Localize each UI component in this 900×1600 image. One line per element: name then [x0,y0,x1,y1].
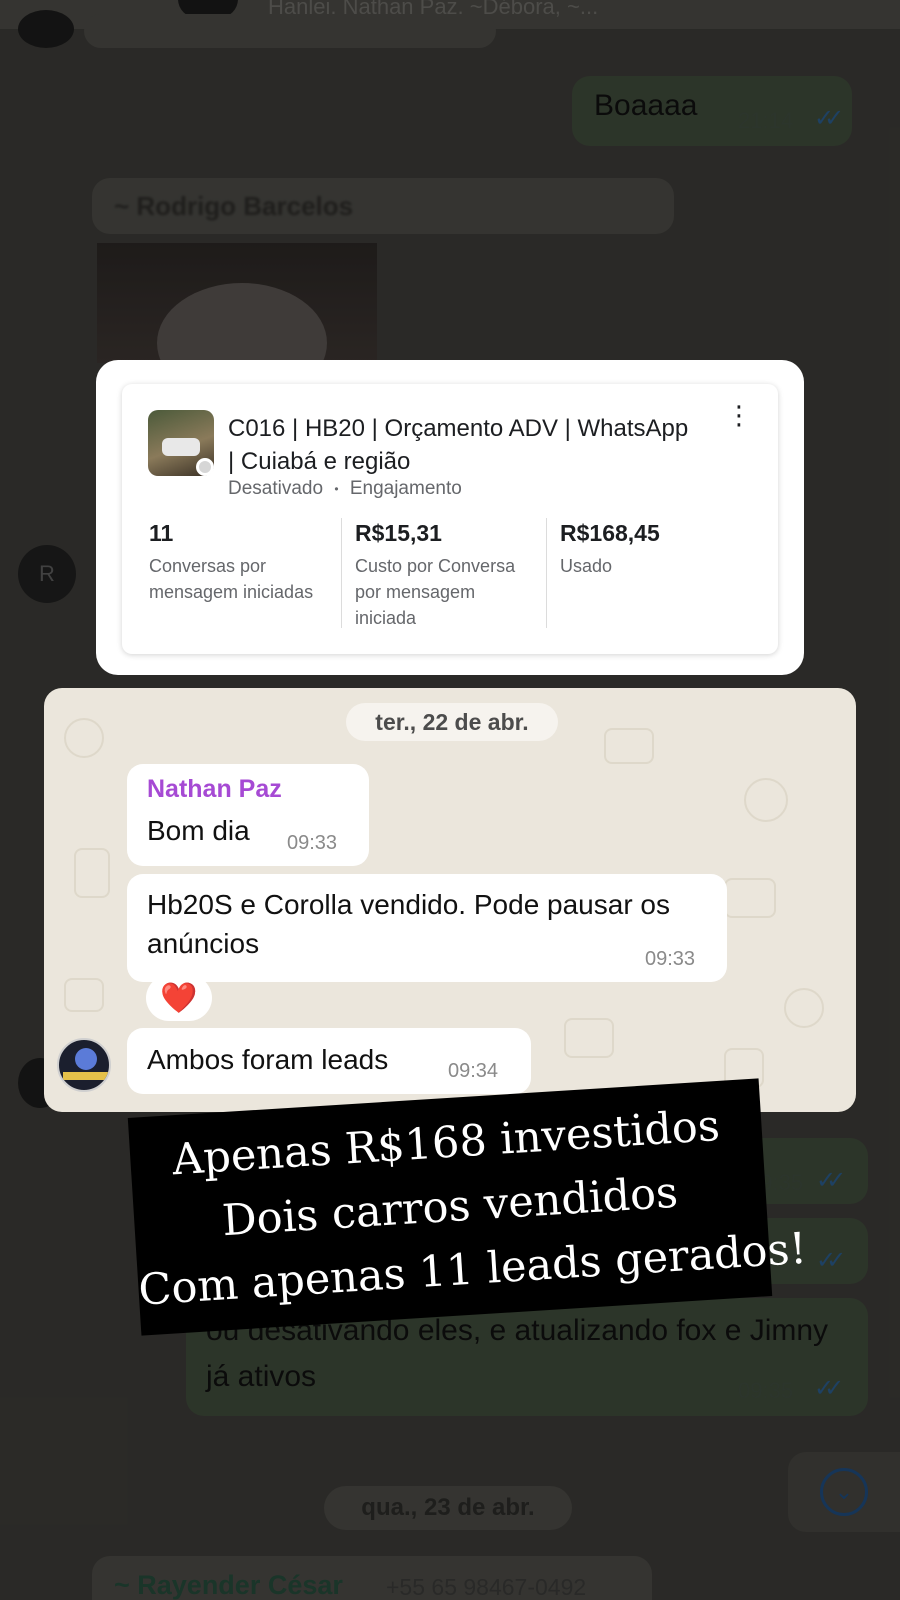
avatar[interactable] [57,1038,111,1092]
divider [546,518,547,628]
divider [341,518,342,628]
metric-value: R$168,45 [560,520,660,546]
ad-objective: Engajamento [349,478,462,499]
metric-results: 11 Conversas por mensagem iniciadas [149,520,339,605]
shared-photo[interactable] [97,243,377,363]
sender-name[interactable]: Nathan Paz [147,775,282,804]
date-divider: ter., 22 de abr. [346,703,558,741]
sender-name: ~ Rodrigo Barcelos [114,191,354,221]
metric-cost: R$15,31 Custo por Conversa por mensagem … [355,520,541,631]
read-ticks-icon: ✓✓ [816,1167,846,1194]
message-text: Ambos foram leads [147,1044,389,1075]
message-time: 09:35 [738,1378,794,1403]
avatar[interactable]: R [18,545,76,603]
metric-label: Conversas por mensagem iniciadas [149,556,314,602]
ad-status: Desativado [228,478,324,499]
ad-title: C016 | HB20 | Orçamento ADV | WhatsApp |… [228,415,689,475]
date-divider: qua., 23 de abr. [324,1486,572,1530]
message-time: 09:34 [448,1060,499,1082]
read-ticks-icon: ✓✓ [814,105,844,132]
avatar[interactable] [18,10,74,48]
metric-value: R$15,31 [355,520,442,546]
metric-label: Custo por Conversa por mensagem iniciada [355,556,516,628]
metric-value: 11 [149,520,174,546]
metric-label: Usado [560,556,613,576]
read-ticks-icon: ✓✓ [816,1247,846,1274]
reaction-heart[interactable]: ❤️ [146,975,212,1021]
sender-name[interactable]: ~ Rayender César [114,1570,343,1600]
chevron-down-icon[interactable]: ⌄ [820,1468,868,1516]
metric-spent: R$168,45 Usado [560,520,740,579]
status-dot-icon [196,458,214,476]
message-text: Boaaaa [594,89,698,122]
message-bubble-incoming [84,14,496,48]
message-time: 09:33 [645,948,696,970]
read-ticks-icon: ✓✓ [814,1375,844,1402]
ad-subtitle: Desativado • Engajamento [228,478,462,500]
message-text: Hb20S e Corolla vendido. Pode pausar os … [147,889,671,959]
more-vertical-icon[interactable]: ⋮ [726,402,752,440]
separator-dot: • [334,481,339,496]
caption-overlay: Apenas R$168 investidos Dois carros vend… [127,1078,808,1336]
message-time: 09:33 [287,832,338,854]
sender-phone: +55 65 98467-0492 [386,1574,587,1600]
message-time: 21:14 [738,108,794,133]
message-text: Bom dia [147,815,250,846]
